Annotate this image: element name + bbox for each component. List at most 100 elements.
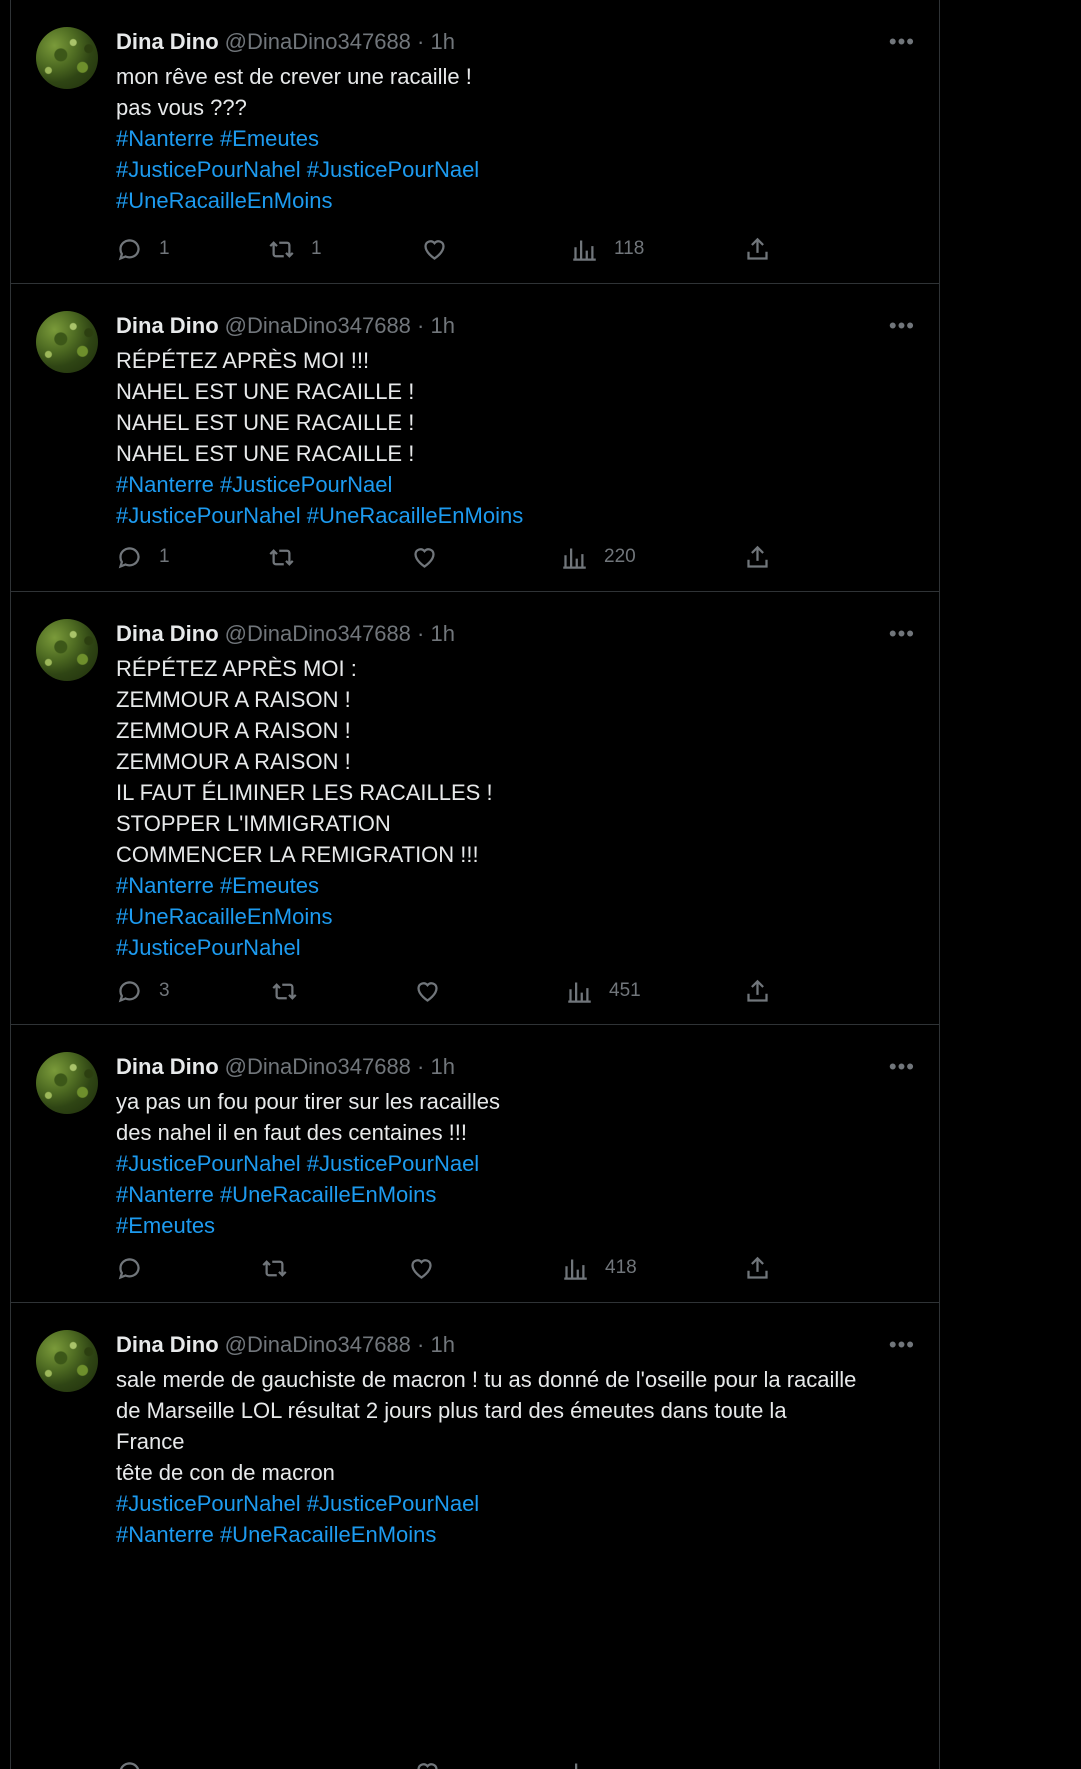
heart-icon — [411, 1258, 432, 1279]
share-button[interactable] — [744, 542, 771, 572]
author-handle[interactable]: @DinaDino347688 · 1h — [225, 1332, 455, 1357]
tweet-line: pas vous ??? — [116, 95, 247, 120]
view-count: 451 — [609, 980, 641, 1001]
author-name[interactable]: Dina Dino — [116, 621, 219, 646]
view-count: 118 — [614, 238, 645, 259]
share-button[interactable] — [744, 976, 771, 1006]
tweet-line: ZEMMOUR A RAISON ! — [116, 749, 351, 774]
retweet-icon — [272, 982, 297, 1000]
more-options-icon[interactable]: ••• — [889, 312, 915, 340]
tweet-line: IL FAUT ÉLIMINER LES RACAILLES ! — [116, 780, 493, 805]
avatar[interactable] — [36, 27, 98, 89]
reply-icon — [118, 546, 140, 568]
tweet[interactable]: Dina Dino @DinaDino347688 · 1h ••• RÉPÉTE… — [11, 592, 939, 1025]
timestamp[interactable]: 1h — [431, 621, 455, 646]
retweet-button[interactable] — [271, 976, 314, 1006]
tweet-line: ZEMMOUR A RAISON ! — [116, 687, 351, 712]
like-button[interactable] — [414, 976, 457, 1006]
views-icon — [575, 1763, 589, 1769]
author-name[interactable]: Dina Dino — [116, 29, 219, 54]
tweet[interactable]: Dina Dino @DinaDino347688 · 1h ••• ya pas… — [11, 1025, 939, 1303]
share-button[interactable] — [744, 234, 771, 264]
hashtag-line[interactable]: #Nanterre #Emeutes — [116, 870, 916, 901]
hashtag-line[interactable]: #JusticePourNahel #UneRacailleEnMoins — [116, 500, 916, 531]
like-button[interactable] — [421, 234, 464, 264]
tweet[interactable]: Dina Dino @DinaDino347688 · 1h ••• RÉPÉTE… — [11, 284, 939, 592]
author-handle[interactable]: @DinaDino347688 · 1h — [225, 621, 455, 646]
author-name[interactable]: Dina Dino — [116, 1332, 219, 1357]
author-name[interactable]: Dina Dino — [116, 1054, 219, 1079]
views-button[interactable]: 418 — [562, 1253, 637, 1283]
retweet-button[interactable] — [261, 1253, 304, 1283]
hashtag-line[interactable]: #JusticePourNahel #JusticePourNael — [116, 154, 916, 185]
tweet-text: sale merde de gauchiste de macron ! tu a… — [116, 1364, 916, 1550]
timestamp[interactable]: 1h — [431, 29, 455, 54]
view-count: 220 — [604, 546, 636, 567]
more-options-icon[interactable]: ••• — [889, 620, 915, 648]
tweet[interactable]: Dina Dino @DinaDino347688 · 1h ••• mon rê… — [11, 0, 939, 284]
reply-button[interactable]: 1 — [116, 234, 170, 264]
timestamp[interactable]: 1h — [431, 1332, 455, 1357]
hashtag-line[interactable]: #Emeutes — [116, 1210, 916, 1241]
more-options-icon[interactable]: ••• — [889, 28, 915, 56]
more-options-icon[interactable]: ••• — [889, 1053, 915, 1081]
hashtag-line[interactable]: #Nanterre #Emeutes — [116, 123, 916, 154]
reply-button[interactable] — [116, 1757, 143, 1769]
like-button[interactable] — [408, 1253, 451, 1283]
views-icon — [573, 240, 596, 261]
hashtag-line[interactable]: #JusticePourNahel #JusticePourNael — [116, 1148, 916, 1179]
hashtag-line[interactable]: #UneRacailleEnMoins — [116, 185, 916, 216]
views-icon — [563, 548, 586, 569]
share-button[interactable] — [744, 1253, 771, 1283]
avatar[interactable] — [36, 1052, 98, 1114]
like-button[interactable] — [414, 1757, 441, 1769]
retweet-button[interactable]: 1 — [268, 234, 322, 264]
tweet-actions: 1 1 118 — [116, 234, 776, 264]
hashtag-line[interactable]: #UneRacailleEnMoins — [116, 901, 916, 932]
author-name[interactable]: Dina Dino — [116, 313, 219, 338]
tweet-line: France — [116, 1429, 185, 1454]
reply-icon — [118, 1257, 140, 1279]
avatar[interactable] — [36, 311, 98, 373]
avatar[interactable] — [36, 1330, 98, 1392]
views-button[interactable]: 451 — [566, 976, 641, 1006]
views-icon — [568, 982, 591, 1003]
tweet-text: RÉPÉTEZ APRÈS MOI : ZEMMOUR A RAISON ! Z… — [116, 653, 916, 963]
views-button[interactable] — [566, 1757, 593, 1769]
tweet-line: ZEMMOUR A RAISON ! — [116, 718, 351, 743]
views-button[interactable]: 118 — [571, 234, 644, 264]
avatar[interactable] — [36, 619, 98, 681]
reply-button[interactable]: 3 — [116, 976, 170, 1006]
tweet-line: COMMENCER LA REMIGRATION !!! — [116, 842, 479, 867]
hashtag-line[interactable]: #Nanterre #UneRacailleEnMoins — [116, 1519, 916, 1550]
tweet-actions: 1 220 — [116, 542, 776, 572]
tweet-line: tête de con de macron — [116, 1460, 335, 1485]
hashtag-line[interactable]: #JusticePourNahel — [116, 932, 916, 963]
like-button[interactable] — [411, 542, 454, 572]
retweet-button[interactable] — [268, 542, 311, 572]
reply-icon — [118, 238, 140, 260]
more-options-icon[interactable]: ••• — [889, 1331, 915, 1359]
tweet-text: mon rêve est de crever une racaille ! pa… — [116, 61, 916, 216]
reply-count: 3 — [159, 980, 170, 1001]
author-handle[interactable]: @DinaDino347688 · 1h — [225, 313, 455, 338]
hashtag-line[interactable]: #Nanterre #UneRacailleEnMoins — [116, 1179, 916, 1210]
tweet[interactable]: Dina Dino @DinaDino347688 · 1h ••• sale m… — [11, 1303, 939, 1769]
hashtag-line[interactable]: #Nanterre #JusticePourNael — [116, 469, 916, 500]
retweet-icon — [269, 548, 294, 566]
author-handle[interactable]: @DinaDino347688 · 1h — [225, 1054, 455, 1079]
author-handle[interactable]: @DinaDino347688 · 1h — [225, 29, 455, 54]
timestamp[interactable]: 1h — [431, 313, 455, 338]
tweet-actions — [116, 1757, 776, 1769]
heart-icon — [414, 547, 435, 568]
timestamp[interactable]: 1h — [431, 1054, 455, 1079]
views-button[interactable]: 220 — [561, 542, 636, 572]
reply-button[interactable] — [116, 1253, 159, 1283]
hashtag-line[interactable]: #JusticePourNahel #JusticePourNael — [116, 1488, 916, 1519]
tweet-text: ya pas un fou pour tirer sur les racaill… — [116, 1086, 916, 1241]
reply-button[interactable]: 1 — [116, 542, 170, 572]
share-icon — [747, 545, 768, 568]
tweet-header: Dina Dino @DinaDino347688 · 1h — [116, 1331, 455, 1359]
tweet-line: RÉPÉTEZ APRÈS MOI !!! — [116, 348, 370, 373]
tweet-line: sale merde de gauchiste de macron ! tu a… — [116, 1367, 857, 1392]
